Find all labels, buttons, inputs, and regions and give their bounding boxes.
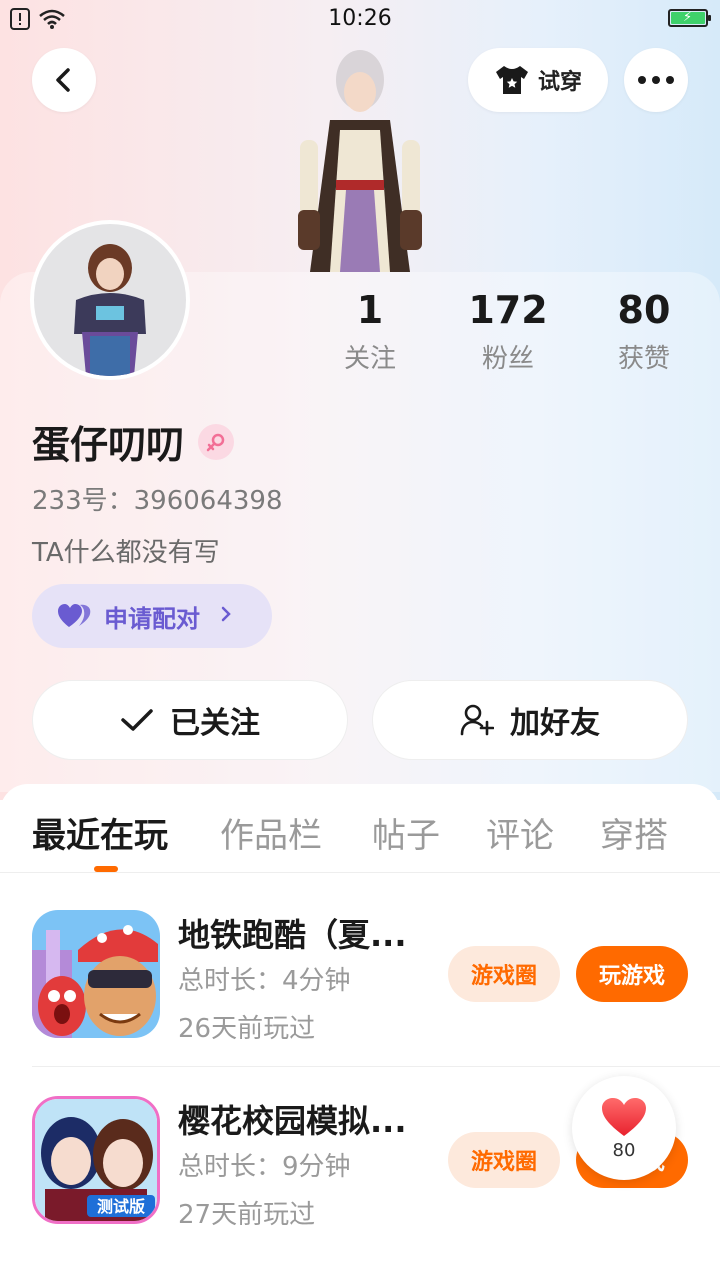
user-id: 233号：396064398 xyxy=(32,486,283,516)
tab-outfits[interactable]: 穿搭 xyxy=(600,808,668,857)
request-pair-label: 申请配对 xyxy=(104,604,200,633)
request-pair-button[interactable]: 申请配对 xyxy=(32,584,272,648)
back-arrow-icon xyxy=(56,68,70,92)
followed-button[interactable]: 已关注 xyxy=(32,680,348,760)
stats-group: 1 关注 172 粉丝 80 获赞 xyxy=(300,288,720,388)
stat-label: 获赞 xyxy=(617,344,670,374)
tab-posts[interactable]: 帖子 xyxy=(372,808,440,857)
game-circle-button[interactable]: 游戏圈 xyxy=(448,1132,560,1188)
stat-value: 80 xyxy=(617,288,671,332)
game-title: 樱花校园模拟... xyxy=(178,1102,407,1140)
like-float-button[interactable]: 80 xyxy=(572,1076,676,1180)
divider xyxy=(0,872,720,873)
avatar[interactable] xyxy=(30,220,190,380)
user-name-row: 蛋仔叨叨 xyxy=(32,414,235,469)
paired-hearts-icon xyxy=(58,604,91,627)
try-on-label: 试穿 xyxy=(537,70,582,95)
stat-fans[interactable]: 172 粉丝 xyxy=(448,288,568,375)
game-title: 地铁跑酷（夏... xyxy=(178,916,407,954)
game-circle-button[interactable]: 游戏圈 xyxy=(448,946,560,1002)
back-button[interactable] xyxy=(32,48,96,112)
followed-label: 已关注 xyxy=(170,706,260,741)
subway-surfers-game-icon[interactable] xyxy=(32,910,160,1038)
more-dots-icon xyxy=(638,76,674,84)
game-last-played: 26天前玩过 xyxy=(178,1014,316,1044)
game-duration: 总时长：9分钟 xyxy=(178,1152,351,1182)
add-friend-button[interactable]: 加好友 xyxy=(372,680,688,760)
game-duration: 总时长：4分钟 xyxy=(178,966,351,996)
user-bio: TA什么都没有写 xyxy=(32,538,220,568)
game-last-played: 27天前玩过 xyxy=(178,1200,316,1230)
sakura-school-game-icon[interactable]: 测试版 xyxy=(32,1096,160,1224)
stat-label: 关注 xyxy=(343,344,396,374)
chevron-right-icon xyxy=(220,604,232,629)
add-user-icon xyxy=(460,704,494,736)
stat-value: 172 xyxy=(468,288,548,332)
female-gender-icon xyxy=(198,423,235,460)
status-time: 10:26 xyxy=(328,6,392,31)
list-item[interactable]: 地铁跑酷（夏... 总时长：4分钟 26天前玩过 游戏圈 玩游戏 xyxy=(0,910,720,1096)
more-button[interactable] xyxy=(624,48,688,112)
battery-icon: ⚡ xyxy=(668,9,711,27)
stat-label: 粉丝 xyxy=(481,344,534,374)
divider xyxy=(32,1066,720,1067)
tab-comments[interactable]: 评论 xyxy=(486,808,554,857)
play-game-button[interactable]: 玩游戏 xyxy=(576,946,688,1002)
status-bar: 10:26 ⚡ xyxy=(0,0,720,40)
check-icon xyxy=(121,709,153,731)
test-version-badge: 测试版 xyxy=(97,1197,145,1216)
try-on-button[interactable]: 试穿 xyxy=(468,48,608,112)
stat-value: 1 xyxy=(356,288,384,332)
like-count: 80 xyxy=(612,1139,636,1161)
stat-likes[interactable]: 80 获赞 xyxy=(584,288,704,375)
add-friend-label: 加好友 xyxy=(510,706,600,741)
tab-bar: 最近在玩 作品栏 帖子 评论 穿搭 xyxy=(0,808,720,872)
shirt-icon xyxy=(495,66,528,94)
tab-recently-played[interactable]: 最近在玩 xyxy=(32,808,168,857)
heart-icon xyxy=(602,1097,646,1136)
user-name: 蛋仔叨叨 xyxy=(32,423,185,467)
tab-works[interactable]: 作品栏 xyxy=(220,808,322,857)
stat-following[interactable]: 1 关注 xyxy=(310,288,430,375)
character-3d-avatar[interactable] xyxy=(280,40,440,272)
